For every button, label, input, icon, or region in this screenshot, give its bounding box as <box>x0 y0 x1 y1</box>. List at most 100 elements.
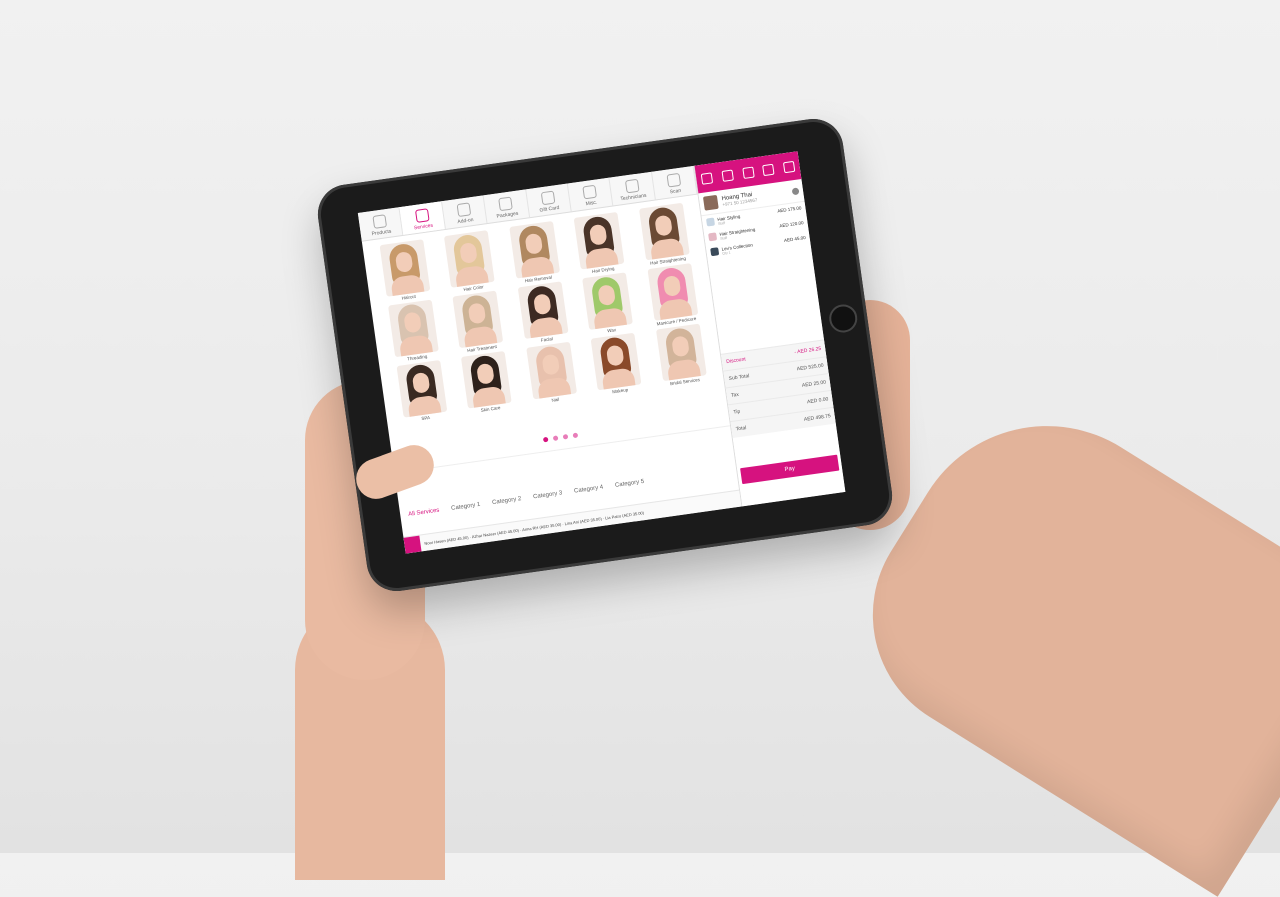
tip-label: Tip <box>733 408 741 416</box>
add-on-icon <box>456 202 472 218</box>
products-icon <box>372 214 388 229</box>
service-label: Haircut <box>401 293 417 301</box>
service-tile[interactable]: Hair Straightening <box>630 202 699 268</box>
tab-label: Scan <box>669 187 682 196</box>
service-photo <box>444 230 495 288</box>
service-tile[interactable]: Facial <box>509 280 578 346</box>
tax-value: AED 25.00 <box>801 379 827 389</box>
service-photo <box>517 281 569 340</box>
page-dot[interactable] <box>552 435 559 441</box>
tab-label: Misc. <box>585 199 598 208</box>
tab-scan[interactable]: Scan <box>651 165 698 200</box>
service-photo <box>573 211 625 270</box>
tab-gift-card[interactable]: Gift Card <box>525 183 572 218</box>
service-tile[interactable]: Nail <box>517 341 586 407</box>
category-2[interactable]: Category 2 <box>492 496 523 512</box>
home-button[interactable] <box>827 302 860 335</box>
discount-label: Discount <box>725 356 747 366</box>
page-dot[interactable] <box>562 433 569 440</box>
tab-label: Add-on <box>457 217 474 226</box>
new-ticket-icon[interactable] <box>700 171 714 185</box>
service-tile[interactable]: Skin Care <box>452 350 521 416</box>
avatar <box>703 194 719 211</box>
tab-label: Products <box>371 228 392 238</box>
category-1[interactable]: Category 1 <box>451 502 482 518</box>
packages-icon <box>498 196 514 212</box>
total-label: Total <box>735 425 747 433</box>
service-photo <box>655 323 707 382</box>
total-value: AED 498.75 <box>803 413 832 423</box>
service-tile[interactable]: Bridal Services <box>647 322 716 388</box>
page-dot[interactable] <box>542 436 549 443</box>
tax-label: Tax <box>730 391 740 399</box>
service-label: Wax <box>606 327 617 334</box>
item-icon <box>708 232 718 242</box>
tab-technicians[interactable]: Technicians <box>609 171 656 206</box>
service-label: Nail <box>551 396 560 403</box>
tab-services[interactable]: Services <box>399 201 446 235</box>
tab-products[interactable]: Products <box>357 207 404 241</box>
qr-scan-icon <box>666 172 682 188</box>
service-tile[interactable]: Makeup <box>582 331 651 397</box>
service-tile[interactable]: Hair Drying <box>565 211 634 277</box>
misc-icon <box>582 184 598 200</box>
service-photo <box>638 202 690 261</box>
tab-packages[interactable]: Packages <box>483 189 530 224</box>
totals-section: Discount - AED 26.25 Sub Total AED 525.00 … <box>721 339 836 438</box>
item-price: AED 45.00 <box>783 234 806 243</box>
split-icon[interactable] <box>762 163 775 176</box>
service-tile[interactable]: Hair Color <box>435 229 504 295</box>
item-price: AED 175.00 <box>777 205 802 214</box>
gift-icon <box>540 190 556 206</box>
service-photo <box>525 341 577 400</box>
item-price: AED 120.00 <box>779 220 804 229</box>
tab-label: Services <box>413 222 434 232</box>
page-dot[interactable] <box>572 432 579 439</box>
tab-label: Technicians <box>620 192 647 203</box>
service-label: SPA <box>421 414 431 422</box>
technicians-icon <box>624 178 640 194</box>
service-tile[interactable]: Hair Removal <box>500 220 569 286</box>
service-label: Makeup <box>611 387 629 395</box>
folder-icon[interactable] <box>721 168 734 182</box>
info-icon[interactable] <box>791 186 800 195</box>
discount-value: - AED 26.25 <box>794 345 822 356</box>
service-tile[interactable]: Wax <box>574 271 643 337</box>
service-photo <box>582 272 633 330</box>
service-photo <box>379 239 431 297</box>
item-icon <box>706 217 716 227</box>
service-photo <box>452 290 504 349</box>
tablet: Products Services Add-on Packages Gift C… <box>314 115 896 595</box>
subtotal-value: AED 525.00 <box>796 362 825 373</box>
service-photo <box>508 221 560 279</box>
pay-button[interactable]: Pay <box>740 454 840 485</box>
pos-screen: Products Services Add-on Packages Gift C… <box>357 151 846 554</box>
service-photo <box>646 263 698 321</box>
category-4[interactable]: Category 4 <box>574 485 605 501</box>
category-all-services[interactable]: All Services <box>408 508 441 524</box>
service-label: Facial <box>540 336 554 343</box>
service-photo <box>396 360 448 418</box>
home-icon[interactable] <box>403 535 422 554</box>
service-tile[interactable]: Threading <box>379 298 448 364</box>
tip-value: AED 0.00 <box>806 396 829 406</box>
delete-icon[interactable] <box>782 160 796 173</box>
tag-icon[interactable] <box>741 166 755 179</box>
category-5[interactable]: Category 5 <box>615 479 646 495</box>
service-photo <box>387 299 439 358</box>
service-tile[interactable]: SPA <box>388 359 457 425</box>
catalog-panel: Products Services Add-on Packages Gift C… <box>357 165 743 554</box>
tab-misc[interactable]: Misc. <box>567 177 614 212</box>
item-icon <box>710 247 720 257</box>
tab-label: Packages <box>496 210 519 220</box>
tab-label: Gift Card <box>539 204 560 214</box>
service-tile[interactable]: Haircut <box>371 238 440 304</box>
services-icon <box>414 208 430 223</box>
service-tile[interactable]: Manicure / Pedicure <box>638 262 707 328</box>
service-tile[interactable]: Hair Treatment <box>444 289 513 355</box>
subtotal-label: Sub Total <box>728 373 750 382</box>
service-photo <box>590 332 642 391</box>
service-photo <box>461 350 512 409</box>
category-3[interactable]: Category 3 <box>533 490 564 506</box>
tab-add-on[interactable]: Add-on <box>441 195 488 229</box>
